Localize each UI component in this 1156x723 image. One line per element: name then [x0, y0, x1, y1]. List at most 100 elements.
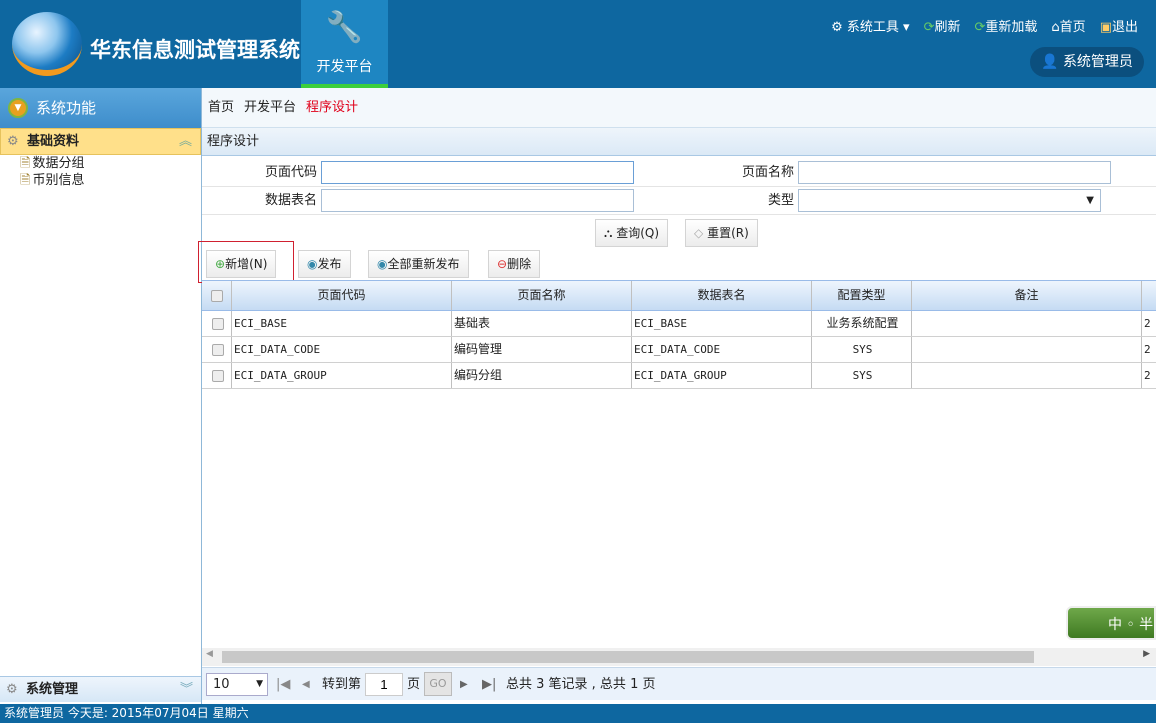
crumb-current: 程序设计: [306, 100, 359, 115]
col-page-name[interactable]: 页面名称: [452, 281, 632, 310]
home-link[interactable]: ⌂首页: [1051, 16, 1085, 35]
cell: 业务系统配置: [812, 311, 912, 336]
system-tools-menu[interactable]: ⚙ 系统工具 ▾: [831, 16, 909, 35]
chevron-up-icon: ︽: [178, 134, 192, 149]
reset-button[interactable]: ◇ 重置(R): [685, 219, 758, 247]
sidebar-header[interactable]: ▼ 系统功能: [0, 88, 201, 128]
tab-dev-platform[interactable]: 🔧 开发平台: [301, 0, 388, 88]
pager: 10▼ |◀ ◀ 转到第 页 GO ▶ ▶| 总共 3 笔记录 , 总共 1 页: [202, 667, 1156, 700]
query-button[interactable]: ⛬ 查询(Q): [595, 219, 669, 247]
last-page-icon[interactable]: ▶|: [482, 668, 496, 701]
goto-label: 转到第: [322, 677, 362, 692]
app-title: 华东信息测试管理系统: [90, 38, 300, 62]
chevron-down-icon: ︾: [179, 682, 193, 697]
page-input[interactable]: [365, 673, 403, 696]
crumb-dev-platform[interactable]: 开发平台: [244, 100, 296, 115]
table-row[interactable]: ECI_BASE 基础表 ECI_BASE 业务系统配置 2: [202, 311, 1156, 337]
publish-button[interactable]: ◉发布: [298, 250, 351, 278]
cell: [912, 337, 1142, 362]
link-label: 重新加载: [985, 20, 1038, 35]
grid-header: 页面代码 页面名称 数据表名 配置类型 备注: [202, 281, 1156, 311]
form-row-1: 页面代码 页面名称: [202, 159, 1156, 187]
refresh-icon: ⟳: [923, 20, 935, 35]
logo: [12, 12, 82, 76]
btn-label: 查询(Q): [616, 226, 660, 240]
ime-badge[interactable]: 中 ◦ 半: [1066, 606, 1156, 640]
sidebar-item-currency[interactable]: 🗎 币别信息: [0, 172, 201, 189]
cell: ECI_DATA_GROUP: [632, 363, 812, 388]
page-size-value: 10: [213, 677, 230, 692]
delete-button[interactable]: ⊖删除: [488, 250, 541, 278]
panel-title: 程序设计: [202, 128, 1156, 156]
pager-summary: 总共 3 笔记录 , 总共 1 页: [506, 677, 656, 692]
globe-icon: ◉: [377, 257, 388, 271]
first-page-icon[interactable]: |◀: [276, 668, 290, 701]
sidebar-group-system[interactable]: ⚙ 系统管理 ︾: [0, 676, 201, 702]
user-icon: 👤: [1041, 54, 1059, 70]
user-button[interactable]: 👤 系统管理员: [1030, 47, 1144, 77]
cell: 2: [1144, 317, 1151, 330]
sidebar-item-data-group[interactable]: 🗎 数据分组: [0, 155, 201, 172]
link-label: 刷新: [934, 20, 961, 35]
col-config-type[interactable]: 配置类型: [812, 281, 912, 310]
form-row-2: 数据表名 类型 ▼: [202, 187, 1156, 215]
binoculars-icon: ⛬: [604, 226, 613, 240]
scroll-right-icon[interactable]: ▶: [1143, 649, 1150, 659]
prev-page-icon[interactable]: ◀: [302, 668, 310, 701]
logout-link[interactable]: ▣退出: [1100, 16, 1138, 35]
page-code-input[interactable]: [321, 161, 634, 184]
scroll-thumb[interactable]: [222, 651, 1034, 663]
tools-icon: 🔧: [325, 10, 364, 45]
gear-icon: ⚙: [7, 134, 19, 149]
collapse-icon: ▼: [8, 98, 28, 118]
badge-text: 中 ◦ 半: [1108, 617, 1154, 633]
republish-all-button[interactable]: ◉全部重新发布: [368, 250, 469, 278]
table-name-input[interactable]: [321, 189, 634, 212]
col-table-name[interactable]: 数据表名: [632, 281, 812, 310]
tab-label: 开发平台: [316, 59, 373, 75]
cell: ECI_BASE: [632, 311, 812, 336]
col-page-code[interactable]: 页面代码: [232, 281, 452, 310]
document-icon: 🗎: [20, 156, 31, 171]
page-code-label: 页面代码: [264, 165, 317, 180]
row-checkbox[interactable]: [202, 363, 232, 388]
item-label: 币别信息: [32, 173, 85, 188]
horizontal-scrollbar[interactable]: ◀ ▶: [202, 648, 1156, 666]
item-label: 数据分组: [32, 156, 85, 171]
btn-label: 全部重新发布: [387, 257, 460, 271]
logout-icon: ▣: [1099, 20, 1112, 35]
cell: ECI_BASE: [232, 311, 452, 336]
sidebar-group-basic[interactable]: ⚙ 基础资料 ︽: [0, 128, 201, 155]
go-button[interactable]: GO: [424, 672, 452, 696]
cell: [912, 311, 1142, 336]
btn-label: 删除: [507, 257, 532, 271]
link-label: 系统工具: [846, 20, 899, 35]
type-select[interactable]: ▼: [798, 189, 1101, 212]
row-checkbox[interactable]: [202, 311, 232, 336]
select-all-checkbox[interactable]: [202, 281, 232, 310]
cell: SYS: [812, 363, 912, 388]
main-content: 首页 开发平台 程序设计 程序设计 页面代码 页面名称 数据表名 类型 ▼ ⛬ 查询…: [198, 88, 1156, 704]
next-page-icon[interactable]: ▶: [460, 668, 468, 701]
cell: 编码分组: [452, 363, 632, 388]
cell: 基础表: [452, 311, 632, 336]
add-button[interactable]: ⊕新增(N): [206, 250, 277, 278]
document-icon: 🗎: [20, 173, 31, 188]
gear-icon: ⚙: [6, 682, 18, 697]
page-name-input[interactable]: [798, 161, 1111, 184]
top-links: ⚙ 系统工具 ▾ ⟳刷新 ⟳重新加载 ⌂首页 ▣退出: [831, 16, 1138, 35]
table-row[interactable]: ECI_DATA_CODE 编码管理 ECI_DATA_CODE SYS 2: [202, 337, 1156, 363]
data-grid: 页面代码 页面名称 数据表名 配置类型 备注 ECI_BASE 基础表 ECI_BA…: [202, 280, 1156, 389]
col-remark[interactable]: 备注: [912, 281, 1142, 310]
page-size-select[interactable]: 10 ▼: [206, 673, 268, 696]
row-checkbox[interactable]: [202, 337, 232, 362]
refresh-link[interactable]: ⟳刷新: [924, 16, 961, 35]
user-name: 系统管理员: [1062, 54, 1133, 70]
reload-icon: ⟳: [974, 20, 986, 35]
table-row[interactable]: ECI_DATA_GROUP 编码分组 ECI_DATA_GROUP SYS 2: [202, 363, 1156, 389]
crumb-home[interactable]: 首页: [208, 100, 234, 115]
cell: ECI_DATA_CODE: [632, 337, 812, 362]
scroll-left-icon[interactable]: ◀: [206, 649, 213, 659]
type-label: 类型: [767, 193, 794, 208]
reload-link[interactable]: ⟳重新加载: [974, 16, 1037, 35]
